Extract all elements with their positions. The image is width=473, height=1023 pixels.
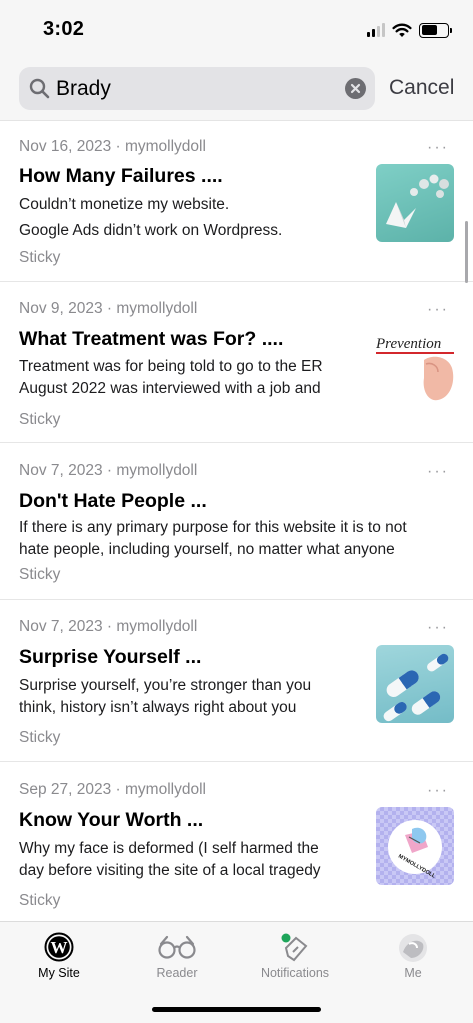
cellular-signal-icon — [367, 23, 385, 37]
post-excerpt-line: day before visiting the site of a local … — [19, 862, 321, 879]
post-excerpt-line: Surprise yourself, you’re stronger than … — [19, 677, 312, 694]
status-bar: 3:02 — [0, 0, 473, 60]
tab-label: My Site — [38, 966, 80, 980]
prevention-image: Prevention — [376, 336, 454, 401]
tab-reader[interactable]: Reader — [118, 922, 236, 992]
prevention-text: Prevention — [376, 336, 441, 352]
battery-icon — [419, 22, 452, 38]
post-thumbnail[interactable]: Prevention — [376, 326, 454, 404]
post-card[interactable]: Nov 9, 2023 · mymollydoll ··· What Treat… — [0, 282, 473, 443]
post-title[interactable]: Surprise Yourself ... — [19, 646, 201, 669]
avatar-icon — [399, 934, 427, 962]
post-card[interactable]: Sep 27, 2023 · mymollydoll ··· Know Your… — [0, 762, 473, 921]
post-excerpt-line: Couldn’t monetize my website. — [19, 196, 230, 213]
tab-label: Notifications — [260, 966, 330, 980]
status-icons — [367, 20, 452, 40]
post-thumbnail[interactable] — [376, 164, 454, 242]
capsules-image — [383, 653, 449, 722]
sticky-label: Sticky — [19, 249, 61, 266]
post-thumbnail[interactable]: MYMOLLYDOLL — [376, 807, 454, 885]
sticky-label: Sticky — [19, 892, 61, 909]
scroll-indicator[interactable] — [465, 221, 468, 283]
post-excerpt-line: If there is any primary purpose for this… — [19, 519, 407, 536]
post-title[interactable]: Know Your Worth ... — [19, 809, 203, 832]
cancel-button[interactable]: Cancel — [389, 76, 454, 100]
more-options-icon[interactable]: ··· — [427, 302, 449, 318]
search-icon — [29, 78, 50, 99]
more-options-icon[interactable]: ··· — [427, 620, 449, 636]
post-meta: Nov 9, 2023 · mymollydoll — [19, 300, 198, 317]
post-thumbnail[interactable] — [376, 645, 454, 723]
paper-crane-image — [386, 174, 449, 228]
post-meta: Sep 27, 2023 · mymollydoll — [19, 781, 206, 798]
tab-me[interactable]: Me — [354, 922, 472, 992]
post-card[interactable]: Nov 7, 2023 · mymollydoll ··· Don't Hate… — [0, 443, 473, 600]
post-excerpt-line: Google Ads didn’t work on Wordpress. — [19, 222, 283, 239]
tab-label: Me — [404, 966, 422, 980]
post-excerpt-line: hate people, including yourself, no matt… — [19, 541, 395, 558]
home-indicator[interactable] — [152, 1007, 321, 1012]
sticky-label: Sticky — [19, 566, 61, 583]
top-header: 3:02 Cancel — [0, 0, 473, 121]
mymollydoll-logo: MYMOLLYDOLL — [388, 820, 442, 880]
svg-text:W: W — [51, 938, 68, 957]
post-excerpt-line: think, history isn’t always right about … — [19, 699, 297, 716]
post-meta: Nov 7, 2023 · mymollydoll — [19, 618, 198, 635]
tab-my-site[interactable]: W My Site — [0, 922, 118, 992]
more-options-icon[interactable]: ··· — [427, 140, 449, 156]
sticky-label: Sticky — [19, 411, 61, 428]
sticky-label: Sticky — [19, 729, 61, 746]
post-title[interactable]: What Treatment was For? .... — [19, 328, 283, 351]
notification-badge-icon — [281, 933, 291, 943]
post-excerpt-line: August 2022 was interviewed with a job a… — [19, 380, 321, 397]
post-excerpt-line: Treatment was for being told to go to th… — [19, 358, 323, 375]
clear-search-icon[interactable] — [345, 78, 366, 99]
search-input[interactable] — [56, 73, 336, 105]
post-title[interactable]: Don't Hate People ... — [19, 490, 207, 513]
search-bar[interactable] — [19, 67, 375, 110]
tab-label: Reader — [156, 966, 198, 980]
post-meta: Nov 16, 2023 · mymollydoll — [19, 138, 206, 155]
more-options-icon[interactable]: ··· — [427, 783, 449, 799]
more-options-icon[interactable]: ··· — [427, 464, 449, 480]
notifications-icon — [281, 933, 308, 962]
post-title[interactable]: How Many Failures .... — [19, 165, 223, 188]
post-excerpt-line: Why my face is deformed (I self harmed t… — [19, 840, 319, 857]
tab-notifications[interactable]: Notifications — [236, 922, 354, 992]
post-meta: Nov 7, 2023 · mymollydoll — [19, 462, 198, 479]
post-feed[interactable]: Nov 16, 2023 · mymollydoll ··· How Many … — [0, 121, 473, 921]
post-card[interactable]: Nov 7, 2023 · mymollydoll ··· Surprise Y… — [0, 600, 473, 762]
wordpress-icon: W — [44, 932, 74, 962]
wifi-icon — [392, 23, 412, 37]
glasses-icon — [158, 935, 196, 959]
post-card[interactable]: Nov 16, 2023 · mymollydoll ··· How Many … — [0, 121, 473, 282]
status-time: 3:02 — [43, 18, 85, 40]
